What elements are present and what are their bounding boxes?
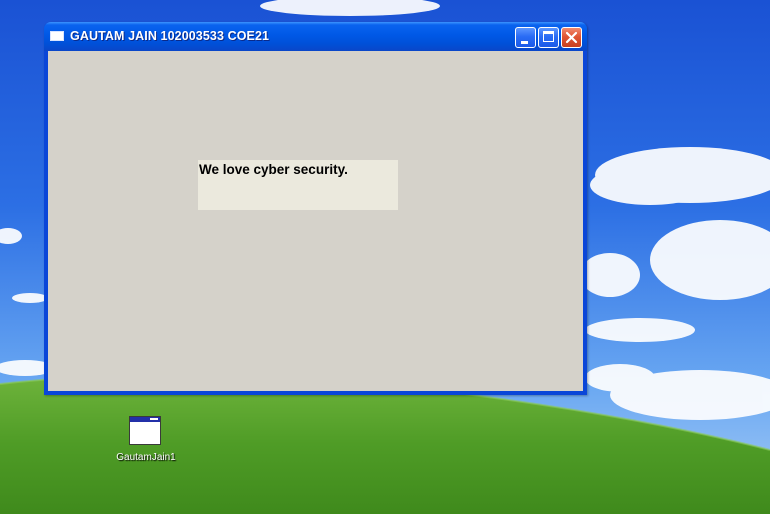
close-icon [565, 31, 578, 44]
title-bar[interactable]: GAUTAM JAIN 102003533 COE21 [44, 22, 587, 51]
minimize-icon [521, 41, 528, 44]
app-window-icon[interactable] [50, 31, 64, 41]
close-button[interactable] [561, 27, 582, 48]
desktop-shortcut[interactable]: GautamJain1 [106, 416, 186, 468]
maximize-button[interactable] [538, 27, 559, 48]
window-title: GAUTAM JAIN 102003533 COE21 [70, 29, 270, 43]
desktop: GAUTAM JAIN 102003533 COE21 We love cybe… [0, 0, 770, 514]
maximize-icon [543, 31, 554, 42]
window-client-area: We love cyber security. [48, 51, 583, 391]
message-label: We love cyber security. [198, 160, 398, 210]
application-icon[interactable] [129, 416, 161, 445]
app-window: GAUTAM JAIN 102003533 COE21 We love cybe… [44, 22, 587, 395]
desktop-shortcut-label[interactable]: GautamJain1 [106, 452, 186, 463]
minimize-button[interactable] [515, 27, 536, 48]
